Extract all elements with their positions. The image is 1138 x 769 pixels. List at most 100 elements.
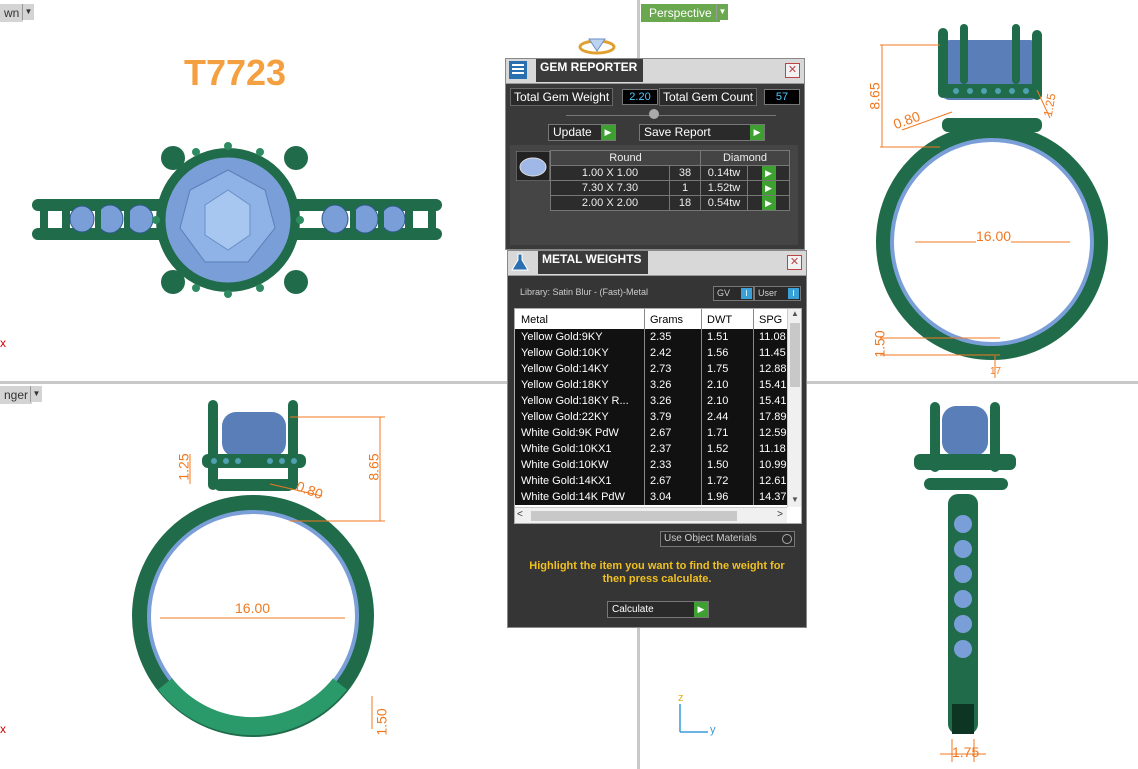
metal-row[interactable]: White Gold:9K PdW 2.67 1.71 12.59 — [515, 425, 787, 441]
metal-name: White Gold:10KW — [521, 459, 609, 471]
metal-spg: 15.41 — [759, 395, 787, 407]
metal-spg: 12.61 — [759, 475, 787, 487]
metal-name: Yellow Gold:18KY — [521, 379, 609, 391]
metal-row[interactable]: White Gold:14K PdW 3.04 1.96 14.37 — [515, 489, 787, 505]
close-icon[interactable]: ✕ — [787, 255, 802, 270]
axis-y-label: y — [710, 724, 716, 736]
gem-row-go[interactable]: ▶ — [747, 180, 790, 196]
dim-bottom: 17 — [990, 366, 1002, 377]
col-grams[interactable]: Grams — [650, 309, 683, 331]
gem-reporter-titlebar[interactable]: GEM REPORTER ✕ — [506, 59, 804, 84]
scroll-thumb[interactable] — [790, 323, 800, 387]
metal-grams: 2.67 — [650, 475, 672, 487]
metal-grams: 2.37 — [650, 443, 672, 455]
library-label: Library: Satin Blur - (Fast)-Metal — [520, 287, 649, 297]
metal-spg: 14.37 — [759, 491, 787, 503]
metal-name: Yellow Gold:14KY — [521, 363, 609, 375]
metal-row[interactable]: White Gold:10KX1 2.37 1.52 11.18 — [515, 441, 787, 457]
gem-row-go[interactable]: ▶ — [747, 165, 790, 181]
save-report-button[interactable]: Save Report ▶ — [639, 124, 765, 141]
gem-row[interactable]: 7.30 X 7.30 1 1.52tw ▶ — [550, 180, 790, 196]
total-gem-count-value: 57 — [764, 89, 800, 105]
column-divider — [644, 309, 645, 505]
close-icon[interactable]: ✕ — [785, 63, 800, 78]
dim-inner-diameter: 16.00 — [976, 228, 1012, 244]
separator-slider[interactable] — [566, 115, 776, 116]
gem-row[interactable]: 2.00 X 2.00 18 0.54tw ▶ — [550, 195, 790, 211]
metal-grams: 2.33 — [650, 459, 672, 471]
metal-table[interactable]: Metal Grams DWT SPG Yellow Gold:9KY 2.35 1… — [514, 308, 802, 524]
metal-row[interactable]: Yellow Gold:18KY 3.26 2.10 15.41 — [515, 377, 787, 393]
gv-toggle[interactable]: GV I — [713, 286, 754, 301]
vertical-scrollbar[interactable]: ▲ ▼ — [787, 309, 801, 507]
play-icon: ▶ — [761, 166, 776, 180]
calculate-label: Calculate — [612, 604, 654, 615]
use-object-materials-checkbox[interactable]: Use Object Materials — [660, 531, 795, 547]
metal-grams: 3.79 — [650, 411, 672, 423]
play-icon: ▶ — [694, 602, 708, 617]
metal-row[interactable]: Yellow Gold:14KY 2.73 1.75 12.88 — [515, 361, 787, 377]
gem-row-go[interactable]: ▶ — [747, 195, 790, 211]
play-icon: ▶ — [761, 181, 776, 195]
col-metal[interactable]: Metal — [521, 309, 548, 331]
metal-spg: 10.99 — [759, 459, 787, 471]
gem-size: 7.30 X 7.30 — [550, 180, 670, 196]
metal-grams: 3.04 — [650, 491, 672, 503]
axis-z-label: z — [678, 692, 684, 704]
total-gem-weight-label: Total Gem Weight — [510, 88, 614, 106]
flask-icon — [511, 253, 529, 271]
user-label: User — [758, 288, 778, 298]
metal-spg: 15.41 — [759, 379, 787, 391]
gem-material-header: Diamond — [700, 150, 790, 166]
gem-table: Round Diamond 1.00 X 1.00 38 0.14tw ▶ 7.… — [550, 150, 790, 211]
metal-row[interactable]: Yellow Gold:18KY R... 3.26 2.10 15.41 — [515, 393, 787, 409]
metal-dwt: 1.72 — [707, 475, 729, 487]
gem-weight: 0.14tw — [700, 165, 748, 181]
horizontal-scrollbar[interactable]: < > — [515, 507, 787, 523]
metal-name: Yellow Gold:9KY — [521, 331, 603, 343]
metal-grams: 3.26 — [650, 379, 672, 391]
dim-shank-width: 1.75 — [952, 744, 980, 760]
gem-weight: 0.54tw — [700, 195, 748, 211]
info-icon: I — [788, 288, 799, 299]
gv-label: GV — [717, 288, 731, 298]
metal-row[interactable]: Yellow Gold:10KY 2.42 1.56 11.45 — [515, 345, 787, 361]
metal-row[interactable]: White Gold:10KW 2.33 1.50 10.99 — [515, 457, 787, 473]
metal-weights-titlebar[interactable]: METAL WEIGHTS ✕ — [508, 251, 806, 276]
scroll-down-icon[interactable]: ▼ — [788, 495, 801, 507]
metal-row[interactable]: Yellow Gold:22KY 3.79 2.44 17.89 — [515, 409, 787, 425]
gem-size: 2.00 X 2.00 — [550, 195, 670, 211]
gem-row[interactable]: 1.00 X 1.00 38 0.14tw ▶ — [550, 165, 790, 181]
scroll-left-icon[interactable]: < — [517, 509, 523, 520]
metal-grams: 2.67 — [650, 427, 672, 439]
metal-dwt: 1.75 — [707, 363, 729, 375]
axis-mark: x — [0, 722, 6, 736]
slider-knob[interactable] — [649, 109, 659, 119]
gem-shape-header: Round — [550, 150, 701, 166]
metal-dwt: 2.10 — [707, 379, 729, 391]
update-button[interactable]: Update ▶ — [548, 124, 616, 141]
col-dwt[interactable]: DWT — [707, 309, 732, 331]
axis-mark: x — [0, 336, 6, 350]
scroll-up-icon[interactable]: ▲ — [788, 309, 801, 321]
user-toggle[interactable]: User I — [754, 286, 801, 301]
col-spg[interactable]: SPG — [759, 309, 782, 331]
metal-row[interactable]: Yellow Gold:9KY 2.35 1.51 11.08 — [515, 329, 787, 345]
play-icon: ▶ — [750, 125, 764, 140]
gem-ring-icon — [578, 38, 616, 55]
dim-height: 8.65 — [866, 82, 883, 110]
column-divider — [753, 309, 754, 505]
calculate-button[interactable]: Calculate ▶ — [607, 601, 709, 618]
instruction-text: Highlight the item you want to find the … — [529, 560, 785, 585]
gem-count: 1 — [669, 180, 701, 196]
metal-row[interactable]: White Gold:14KX1 2.67 1.72 12.61 — [515, 473, 787, 489]
metal-name: White Gold:14KX1 — [521, 475, 612, 487]
play-icon: ▶ — [601, 125, 615, 140]
hscroll-thumb[interactable] — [531, 511, 737, 521]
dim-band-thickness: 1.50 — [373, 708, 390, 736]
metal-spg: 17.89 — [759, 411, 787, 423]
metal-table-header: Metal Grams DWT SPG — [515, 309, 787, 329]
metal-spg: 11.08 — [759, 331, 786, 343]
scroll-right-icon[interactable]: > — [777, 509, 783, 520]
total-gem-weight-value: 2.20 — [622, 89, 658, 105]
